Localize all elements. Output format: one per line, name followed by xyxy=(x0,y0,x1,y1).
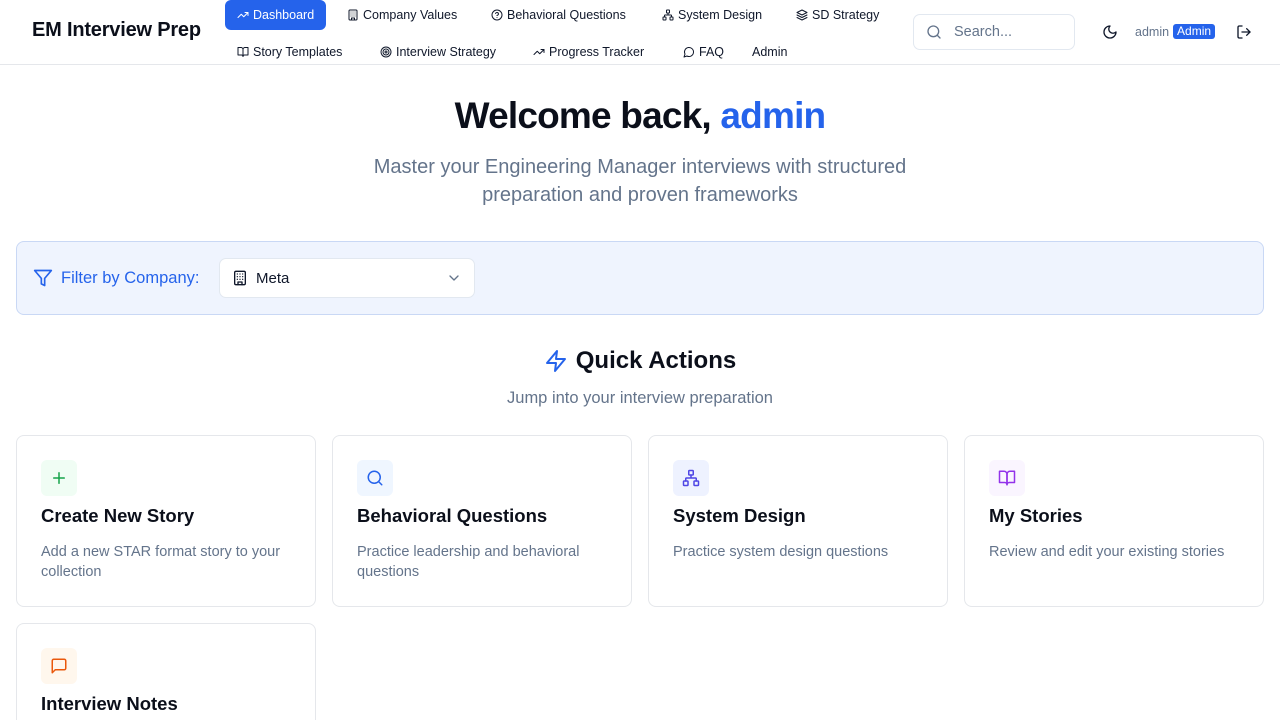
card-title: System Design xyxy=(673,505,806,526)
trending-up-icon xyxy=(533,49,545,55)
logout-icon xyxy=(1237,25,1251,39)
nav-label: Company Values xyxy=(363,8,458,22)
card-behavioral-questions[interactable]: Behavioral Questions Practice leadership… xyxy=(332,435,632,607)
card-description: Practice leadership and behavioral quest… xyxy=(357,544,580,580)
welcome-subtitle: Master your Engineering Manager intervie… xyxy=(373,156,907,206)
top-header: EM Interview Prep Dashboard Company Valu… xyxy=(0,0,1280,65)
welcome-greeting: Welcome back, xyxy=(454,95,712,136)
logout-button[interactable] xyxy=(1235,23,1253,41)
target-icon xyxy=(380,46,392,58)
card-create-new-story[interactable]: Create New Story Add a new STAR format s… xyxy=(16,435,316,607)
card-icon-wrap xyxy=(989,460,1025,496)
nav-label: Dashboard xyxy=(253,8,315,22)
nav-company-values[interactable]: Company Values xyxy=(335,0,469,30)
message-circle-icon xyxy=(683,47,694,58)
nav-label: Progress Tracker xyxy=(549,45,645,59)
card-interview-notes[interactable]: Interview Notes xyxy=(16,623,316,720)
card-title: My Stories xyxy=(989,505,1083,526)
layers-icon xyxy=(796,9,808,21)
filter-label-text: Filter by Company: xyxy=(61,268,200,287)
welcome-username: admin xyxy=(720,95,826,136)
network-icon xyxy=(682,469,700,487)
card-icon-wrap xyxy=(357,460,393,496)
nav-label: Behavioral Questions xyxy=(507,8,626,22)
nav-dashboard[interactable]: Dashboard xyxy=(225,0,327,30)
role-badge: Admin xyxy=(1173,24,1216,39)
search-input[interactable] xyxy=(954,24,1064,40)
search-icon xyxy=(927,25,941,39)
book-open-icon xyxy=(237,47,249,57)
card-title: Interview Notes xyxy=(41,693,178,714)
help-circle-icon xyxy=(491,9,503,21)
card-icon-wrap xyxy=(41,460,77,496)
nav-label: System Design xyxy=(678,8,763,22)
app-title[interactable]: EM Interview Prep xyxy=(32,19,201,42)
plus-icon xyxy=(53,472,65,484)
welcome-heading: Welcome back, admin xyxy=(0,95,1280,137)
trending-up-icon xyxy=(237,12,249,18)
moon-icon xyxy=(1103,25,1117,39)
card-icon-wrap xyxy=(41,648,77,684)
company-select[interactable]: Meta xyxy=(219,258,475,298)
filter-label: Filter by Company: xyxy=(33,268,199,288)
nav-label: Admin xyxy=(752,45,788,59)
card-system-design[interactable]: System Design Practice system design que… xyxy=(648,435,948,607)
main-nav: Dashboard Company Values Behavioral Ques… xyxy=(225,0,905,64)
search-box[interactable] xyxy=(913,14,1075,50)
card-title: Behavioral Questions xyxy=(357,505,548,526)
company-select-value: Meta xyxy=(256,269,290,287)
nav-label: SD Strategy xyxy=(812,8,880,22)
filter-icon xyxy=(33,269,53,287)
nav-interview-strategy[interactable]: Interview Strategy xyxy=(368,37,508,67)
quick-actions-subtitle: Jump into your interview preparation xyxy=(507,389,773,407)
nav-progress-tracker[interactable]: Progress Tracker xyxy=(521,37,656,67)
nav-behavioral-questions[interactable]: Behavioral Questions xyxy=(479,0,638,30)
user-name: admin xyxy=(1135,24,1170,39)
nav-label: FAQ xyxy=(699,45,725,59)
quick-actions-heading: Quick Actions xyxy=(0,347,1280,375)
nav-faq[interactable]: FAQ xyxy=(671,37,736,67)
nav-system-design[interactable]: System Design xyxy=(650,0,774,30)
nav-label: Story Templates xyxy=(253,45,343,59)
zap-icon xyxy=(545,350,566,372)
card-my-stories[interactable]: My Stories Review and edit your existing… xyxy=(964,435,1264,607)
nav-sd-strategy[interactable]: SD Strategy xyxy=(784,0,891,30)
card-icon-wrap xyxy=(673,460,709,496)
company-filter-panel: Filter by Company: Meta xyxy=(16,241,1264,315)
chevron-down-icon xyxy=(449,275,459,281)
network-icon xyxy=(662,9,674,21)
theme-toggle-button[interactable] xyxy=(1100,22,1120,42)
nav-label: Interview Strategy xyxy=(396,45,497,59)
card-description: Practice system design questions xyxy=(673,544,889,560)
quick-actions-title: Quick Actions xyxy=(575,347,737,374)
building-icon xyxy=(234,270,246,286)
user-info: admin Admin xyxy=(1135,24,1216,39)
card-description: Add a new STAR format story to your coll… xyxy=(41,544,281,580)
nav-admin[interactable]: Admin xyxy=(740,37,799,67)
book-open-icon xyxy=(998,470,1016,486)
search-icon xyxy=(367,470,383,486)
card-title: Create New Story xyxy=(41,505,195,526)
nav-story-templates[interactable]: Story Templates xyxy=(225,37,354,67)
card-description: Review and edit your existing stories xyxy=(989,544,1225,560)
building-icon xyxy=(348,9,358,21)
message-square-icon xyxy=(51,658,67,674)
